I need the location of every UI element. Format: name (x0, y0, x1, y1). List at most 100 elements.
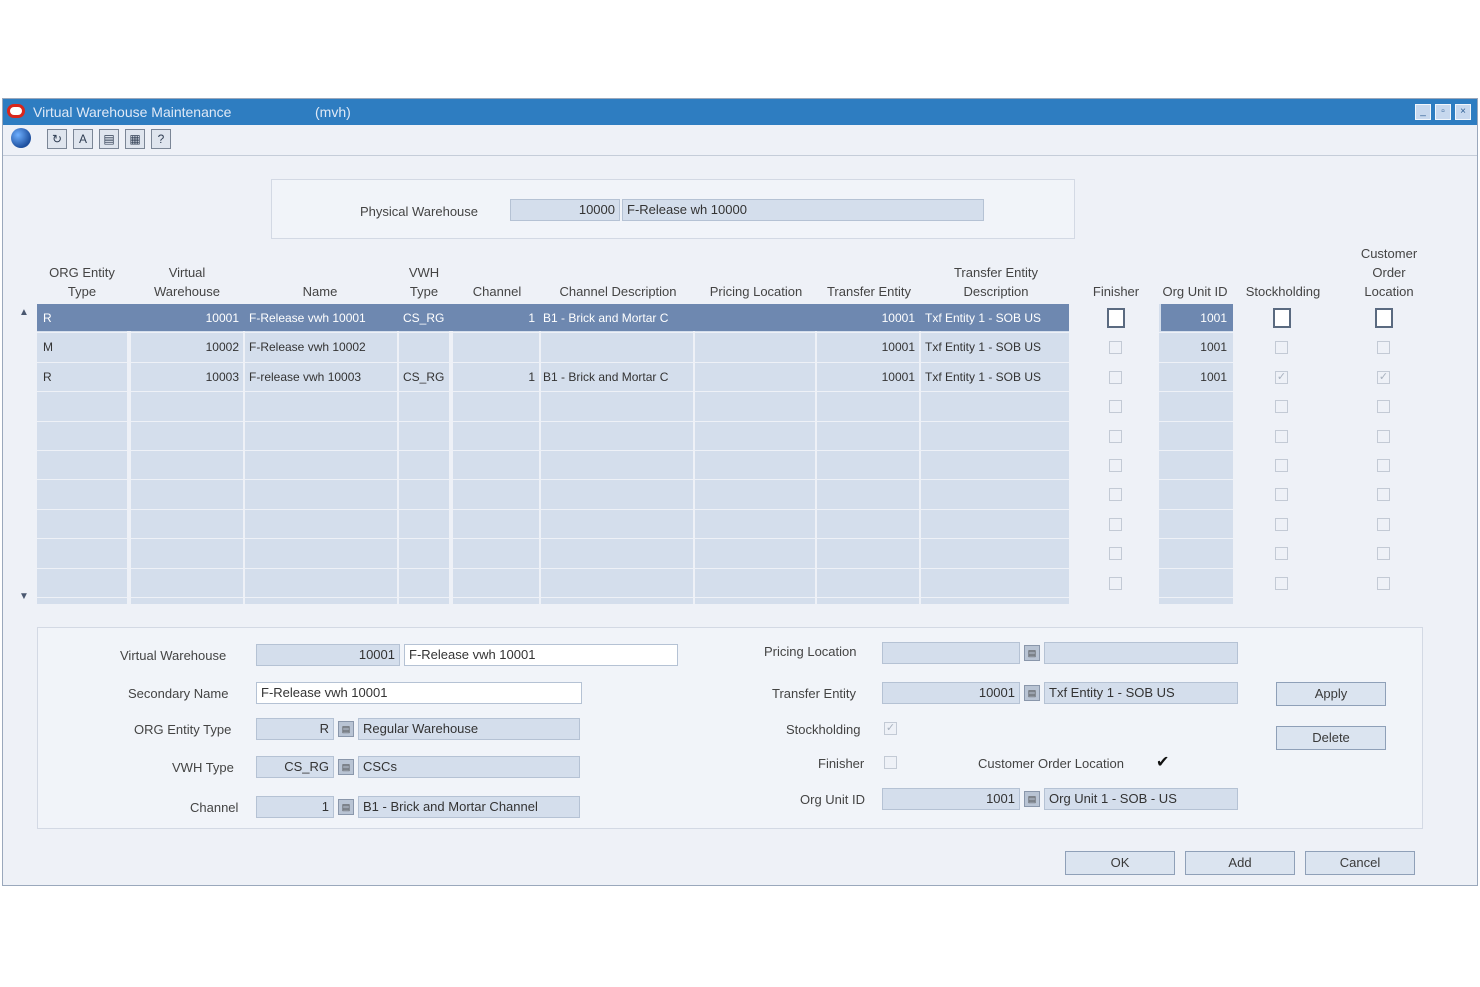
finisher-checkbox[interactable] (1109, 459, 1122, 472)
spell-icon[interactable]: A (73, 129, 93, 149)
scroll-up-icon[interactable]: ▲ (19, 307, 29, 318)
pricing-location-code[interactable] (882, 642, 1020, 664)
vwh-type-lov-icon[interactable]: ▤ (338, 759, 354, 775)
stockholding-checkbox[interactable] (1273, 308, 1291, 328)
cancel-button[interactable]: Cancel (1305, 851, 1415, 875)
cell-transfer[interactable]: 10001 (819, 363, 915, 392)
stockholding-checkbox[interactable] (1275, 459, 1288, 472)
customer-order-location-checkbox[interactable] (1377, 547, 1390, 561)
org-unit-id-lov-icon[interactable]: ▤ (1024, 791, 1040, 807)
table-row[interactable]: R 10003 F-release vwh 10003 CS_RG 1 B1 - Bric… (37, 363, 1390, 393)
vw-name-field[interactable]: F-Release vwh 10001 (404, 644, 678, 666)
cell-pricing[interactable] (697, 333, 811, 362)
stockholding-checkbox[interactable]: ✓ (1275, 370, 1288, 384)
finisher-checkbox[interactable] (1109, 429, 1122, 443)
stockholding-checkbox[interactable] (1275, 429, 1288, 443)
cell-transfer-desc[interactable]: Txf Entity 1 - SOB US (925, 304, 1067, 333)
cell-transfer-desc[interactable]: Txf Entity 1 - SOB US (925, 333, 1067, 362)
table-row[interactable] (37, 539, 1390, 569)
globe-icon[interactable] (11, 128, 31, 148)
finisher-checkbox[interactable] (1109, 517, 1122, 531)
transfer-entity-code[interactable]: 10001 (882, 682, 1020, 704)
table-row[interactable] (37, 480, 1390, 510)
table-row[interactable] (37, 422, 1390, 451)
org-entity-type-lov-icon[interactable]: ▤ (338, 721, 354, 737)
report-icon[interactable]: ▤ (99, 129, 119, 149)
cell-name[interactable]: F-Release vwh 10001 (249, 304, 395, 333)
cell-channel[interactable]: 1 (455, 304, 535, 333)
vw-id-field[interactable]: 10001 (256, 644, 400, 666)
finisher-checkbox[interactable] (1109, 576, 1122, 590)
stockholding-checkbox[interactable] (1275, 341, 1288, 355)
help-icon[interactable]: ? (151, 129, 171, 149)
refresh-icon[interactable]: ↻ (47, 129, 67, 149)
customer-order-location-checkbox[interactable] (1377, 459, 1390, 472)
add-button[interactable]: Add (1185, 851, 1295, 875)
minimize-icon[interactable]: _ (1415, 104, 1431, 120)
stockholding-checkbox[interactable] (1275, 576, 1288, 590)
customer-order-location-checkbox[interactable]: ✓ (1377, 370, 1390, 384)
cell-channel-desc[interactable]: B1 - Brick and Mortar C (543, 304, 691, 333)
cell-org-type[interactable]: M (43, 333, 123, 362)
cell-org-unit[interactable]: 1001 (1161, 363, 1227, 392)
restore-icon[interactable]: ▫ (1435, 104, 1451, 120)
customer-order-location-checkbox[interactable] (1377, 341, 1390, 355)
grid-icon[interactable]: ▦ (125, 129, 145, 149)
finisher-checkbox[interactable] (1109, 370, 1122, 384)
table-row[interactable]: M 10002 F-Release vwh 10002 10001 Txf Entity… (37, 333, 1390, 363)
org-unit-id-code[interactable]: 1001 (882, 788, 1020, 810)
vwh-type-code[interactable]: CS_RG (256, 756, 334, 778)
customer-order-location-checkbox[interactable] (1377, 517, 1390, 531)
cell-name[interactable]: F-Release vwh 10002 (249, 333, 395, 362)
apply-button[interactable]: Apply (1276, 682, 1386, 706)
finisher-checkbox[interactable] (884, 756, 897, 769)
table-row[interactable] (37, 569, 1390, 598)
cell-pricing[interactable] (697, 304, 811, 333)
finisher-checkbox[interactable] (1109, 547, 1122, 561)
pricing-location-lov-icon[interactable]: ▤ (1024, 645, 1040, 661)
cell-channel[interactable] (455, 333, 535, 362)
cell-org-unit[interactable]: 1001 (1161, 304, 1227, 333)
cell-transfer-desc[interactable]: Txf Entity 1 - SOB US (925, 363, 1067, 392)
stockholding-checkbox[interactable]: ✓ (884, 722, 897, 735)
cell-channel-desc[interactable] (543, 333, 691, 362)
close-icon[interactable]: × (1455, 104, 1471, 120)
channel-code[interactable]: 1 (256, 796, 334, 818)
cell-org-type[interactable]: R (43, 304, 123, 333)
cell-vwh-type[interactable] (403, 333, 447, 362)
cell-vwh[interactable]: 10003 (133, 363, 239, 392)
finisher-checkbox[interactable] (1109, 400, 1122, 414)
scroll-down-icon[interactable]: ▼ (19, 591, 29, 602)
cell-channel-desc[interactable]: B1 - Brick and Mortar C (543, 363, 691, 392)
table-row[interactable] (37, 510, 1390, 540)
org-entity-type-code[interactable]: R (256, 718, 334, 740)
customer-order-location-checkbox[interactable] (1375, 308, 1393, 328)
customer-order-location-checkbox[interactable] (1377, 429, 1390, 443)
cell-channel[interactable]: 1 (455, 363, 535, 392)
table-row[interactable] (37, 451, 1390, 481)
transfer-entity-lov-icon[interactable]: ▤ (1024, 685, 1040, 701)
finisher-checkbox[interactable] (1109, 488, 1122, 502)
finisher-checkbox[interactable] (1107, 308, 1125, 328)
secondary-name-field[interactable]: F-Release vwh 10001 (256, 682, 582, 704)
cell-transfer[interactable]: 10001 (819, 304, 915, 333)
customer-order-location-checkbox[interactable] (1377, 488, 1390, 502)
cell-pricing[interactable] (697, 363, 811, 392)
stockholding-checkbox[interactable] (1275, 517, 1288, 531)
ok-button[interactable]: OK (1065, 851, 1175, 875)
cell-org-unit[interactable]: 1001 (1161, 333, 1227, 362)
table-row[interactable] (37, 392, 1390, 422)
stockholding-checkbox[interactable] (1275, 488, 1288, 502)
delete-button[interactable]: Delete (1276, 726, 1386, 750)
cell-vwh-type[interactable]: CS_RG (403, 363, 447, 392)
stockholding-checkbox[interactable] (1275, 400, 1288, 414)
cell-name[interactable]: F-release vwh 10003 (249, 363, 395, 392)
finisher-checkbox[interactable] (1109, 341, 1122, 355)
customer-order-location-checkbox[interactable]: ✔ (1156, 752, 1169, 772)
customer-order-location-checkbox[interactable] (1377, 400, 1390, 414)
cell-vwh[interactable]: 10002 (133, 333, 239, 362)
stockholding-checkbox[interactable] (1275, 547, 1288, 561)
cell-org-type[interactable]: R (43, 363, 123, 392)
customer-order-location-checkbox[interactable] (1377, 576, 1390, 590)
cell-vwh-type[interactable]: CS_RG (403, 304, 447, 333)
